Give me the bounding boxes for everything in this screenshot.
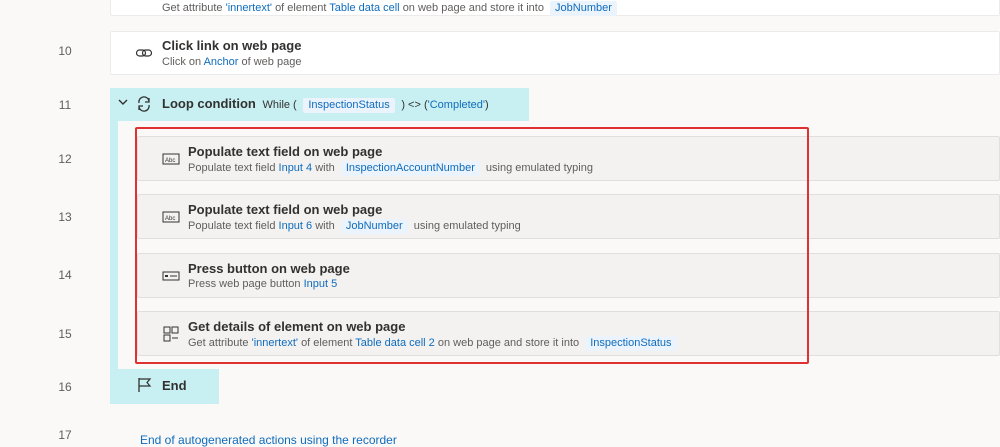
link-icon bbox=[135, 45, 153, 61]
action-card-click-link[interactable]: Click link on web page Click on Anchor o… bbox=[110, 31, 1000, 75]
variable-badge[interactable]: JobNumber bbox=[550, 1, 617, 16]
line-number: 13 bbox=[58, 210, 72, 224]
line-number: 16 bbox=[58, 380, 72, 394]
line-number-gutter: 10 11 12 13 14 15 16 17 bbox=[0, 0, 110, 447]
line-number: 15 bbox=[58, 327, 72, 341]
action-card-get-details-partial[interactable]: Get attribute 'innertext' of element Tab… bbox=[110, 0, 1000, 16]
line-number: 17 bbox=[58, 428, 72, 442]
line-number: 12 bbox=[58, 152, 72, 166]
action-description: Click on Anchor of web page bbox=[162, 56, 302, 68]
loop-value[interactable]: 'Completed' bbox=[428, 99, 485, 111]
flow-editor-canvas: 10 11 12 13 14 15 16 17 Get attribute 'i… bbox=[0, 0, 1000, 447]
line-number: 10 bbox=[58, 44, 72, 58]
end-block[interactable]: End bbox=[110, 369, 219, 404]
line-number: 11 bbox=[58, 98, 72, 112]
action-title: Click link on web page bbox=[162, 38, 302, 53]
chevron-down-icon[interactable] bbox=[117, 96, 129, 111]
loop-icon bbox=[135, 96, 153, 112]
anchor-link[interactable]: Anchor bbox=[204, 56, 239, 68]
line-number: 14 bbox=[58, 268, 72, 282]
selection-highlight-box bbox=[135, 127, 809, 364]
flag-icon bbox=[136, 377, 154, 393]
action-description: Get attribute 'innertext' of element Tab… bbox=[162, 1, 620, 16]
attribute-link[interactable]: 'innertext' bbox=[226, 2, 272, 14]
variable-badge[interactable]: InspectionStatus bbox=[303, 98, 395, 113]
end-title: End bbox=[162, 378, 187, 393]
loop-body-rail bbox=[110, 121, 118, 371]
loop-condition-header[interactable]: Loop condition While ( InspectionStatus … bbox=[110, 88, 529, 121]
loop-condition-text: Loop condition While ( InspectionStatus … bbox=[162, 96, 489, 113]
loop-title: Loop condition bbox=[162, 96, 256, 111]
autogenerated-actions-end-label[interactable]: End of autogenerated actions using the r… bbox=[140, 433, 397, 447]
element-link[interactable]: Table data cell bbox=[329, 2, 399, 14]
